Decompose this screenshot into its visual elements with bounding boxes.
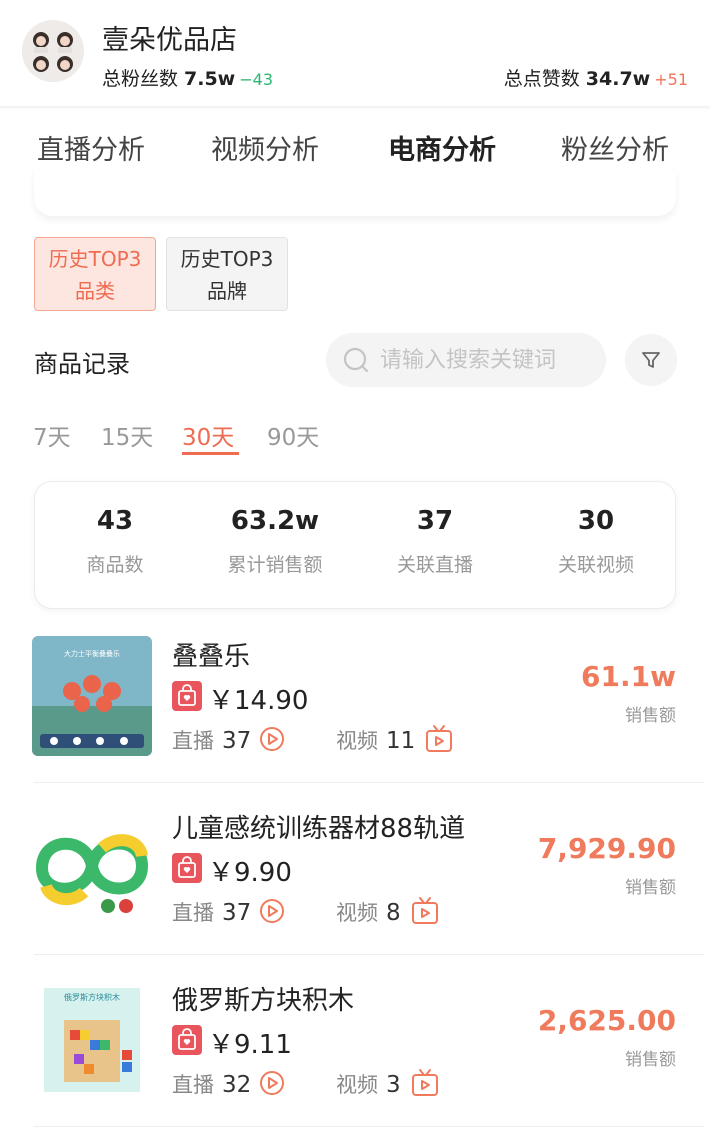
sales-label: 销售额 — [625, 1050, 676, 1070]
likes-delta: +51 — [654, 70, 688, 89]
shop-bag-icon — [172, 681, 202, 711]
active-range-underline — [182, 452, 239, 455]
summary-linked-video: 30 关联视频 — [516, 506, 676, 577]
row-divider — [34, 1126, 704, 1127]
tab-live-analysis[interactable]: 直播分析 — [37, 128, 145, 167]
video-label: 视频 — [335, 901, 378, 925]
shop-bag-icon — [172, 853, 202, 883]
summary-card: 43 商品数 63.2w 累计销售额 37 关联直播 30 关联视频 — [34, 481, 676, 609]
live-label: 直播 — [172, 729, 214, 753]
product-thumbnail: 大力士平衡叠叠乐 — [32, 636, 152, 756]
tab-fans-analysis[interactable]: 粉丝分析 — [561, 128, 669, 167]
range-15-days[interactable]: 15天 — [101, 418, 153, 452]
product-price: ￥9.90 — [208, 858, 292, 888]
video-count: 8 — [385, 900, 401, 926]
summary-label: 商品数 — [86, 554, 144, 576]
video-label: 视频 — [335, 729, 378, 753]
product-records-title: 商品记录 — [34, 350, 130, 378]
product-thumbnail — [32, 808, 152, 928]
store-header: 壹朵优品店 总粉丝数 7.5w −43 总点赞数 34.7w +51 — [0, 0, 710, 108]
search-icon — [343, 347, 369, 373]
product-meta: 直播 32 视频 3 — [172, 1068, 439, 1099]
chip-line2: 品牌 — [207, 279, 247, 303]
product-title: 俄罗斯方块积木 — [172, 986, 355, 1016]
video-label: 视频 — [335, 1073, 378, 1097]
chip-top3-brand[interactable]: 历史TOP3 品牌 — [166, 237, 288, 311]
summary-linked-live: 37 关联直播 — [355, 506, 515, 577]
product-row[interactable]: 儿童感统训练器材88轨道 ￥9.90 直播 37 视频 8 7,929.90 销售额 — [0, 798, 710, 970]
summary-label: 关联视频 — [557, 554, 634, 576]
product-meta: 直播 37 视频 11 — [172, 724, 453, 755]
range-7-days[interactable]: 7天 — [33, 418, 71, 452]
product-sales: 2,625.00 销售额 — [538, 1004, 676, 1070]
product-meta: 直播 37 视频 8 — [172, 896, 439, 927]
likes-label: 总点赞数 — [503, 68, 580, 90]
tv-icon[interactable] — [411, 896, 439, 926]
play-circle-icon[interactable] — [259, 898, 285, 924]
live-count: 32 — [222, 1072, 252, 1098]
product-sales: 61.1w 销售额 — [581, 660, 676, 726]
store-avatar[interactable] — [22, 20, 84, 82]
product-price: ￥14.90 — [208, 686, 309, 716]
previous-card-bottom — [34, 170, 676, 216]
chip-line1: 历史TOP3 — [180, 247, 274, 271]
fans-delta: −43 — [239, 70, 273, 89]
product-price: ￥9.11 — [208, 1030, 292, 1060]
search-input[interactable] — [380, 333, 596, 387]
summary-value: 43 — [96, 506, 134, 536]
tv-icon[interactable] — [411, 1068, 439, 1098]
summary-label: 关联直播 — [396, 554, 473, 576]
live-label: 直播 — [172, 1073, 214, 1097]
product-row[interactable]: 俄罗斯方块积木 俄罗斯方块积木 ￥9.11 直播 32 视频 3 2,625.00 … — [0, 970, 710, 1142]
product-sales: 7,929.90 销售额 — [538, 832, 676, 898]
video-count: 3 — [385, 1072, 401, 1098]
live-count: 37 — [222, 900, 252, 926]
summary-product-count: 43 商品数 — [35, 506, 195, 577]
range-30-days[interactable]: 30天 — [182, 418, 234, 452]
chip-line1: 历史TOP3 — [48, 247, 142, 271]
store-name: 壹朵优品店 — [102, 25, 237, 56]
play-circle-icon[interactable] — [259, 726, 285, 752]
thumbnail-caption: 大力士平衡叠叠乐 — [64, 649, 120, 658]
sales-value: 61.1w — [581, 660, 676, 693]
product-title: 儿童感统训练器材88轨道 — [172, 814, 466, 844]
live-count: 37 — [222, 728, 252, 754]
summary-value: 37 — [416, 506, 454, 536]
summary-total-sales: 63.2w 累计销售额 — [195, 506, 355, 577]
tv-icon[interactable] — [425, 724, 453, 754]
header-divider — [0, 106, 710, 110]
tab-video-analysis[interactable]: 视频分析 — [211, 128, 319, 167]
filter-icon — [642, 352, 660, 368]
likes-stat: 总点赞数 34.7w +51 — [504, 64, 688, 91]
fans-value: 7.5w — [184, 68, 236, 90]
row-divider — [34, 954, 704, 955]
summary-value: 63.2w — [230, 506, 320, 536]
sales-label: 销售额 — [625, 878, 676, 898]
fans-stat: 总粉丝数 7.5w −43 — [102, 64, 273, 91]
fans-label: 总粉丝数 — [102, 68, 179, 90]
product-row[interactable]: 大力士平衡叠叠乐 叠叠乐 ￥14.90 直播 37 视频 11 61.1w 销售额 — [0, 626, 710, 798]
summary-value: 30 — [577, 506, 615, 536]
chip-line2: 品类 — [75, 279, 115, 303]
chip-top3-category[interactable]: 历史TOP3 品类 — [34, 237, 156, 311]
summary-label: 累计销售额 — [227, 554, 323, 576]
shop-bag-icon — [172, 1025, 202, 1055]
play-circle-icon[interactable] — [259, 1070, 285, 1096]
video-count: 11 — [385, 728, 416, 754]
tab-ecommerce-analysis[interactable]: 电商分析 — [388, 128, 496, 167]
filter-button[interactable] — [625, 334, 677, 386]
row-divider — [34, 782, 704, 783]
search-box[interactable] — [326, 333, 606, 387]
likes-value: 34.7w — [585, 68, 651, 90]
product-thumbnail: 俄罗斯方块积木 — [32, 980, 152, 1100]
live-label: 直播 — [172, 901, 214, 925]
sales-label: 销售额 — [625, 706, 676, 726]
product-title: 叠叠乐 — [172, 642, 251, 672]
thumbnail-caption: 俄罗斯方块积木 — [64, 992, 120, 1002]
sales-value: 7,929.90 — [537, 832, 676, 865]
sales-value: 2,625.00 — [537, 1004, 676, 1037]
range-90-days[interactable]: 90天 — [267, 418, 319, 452]
